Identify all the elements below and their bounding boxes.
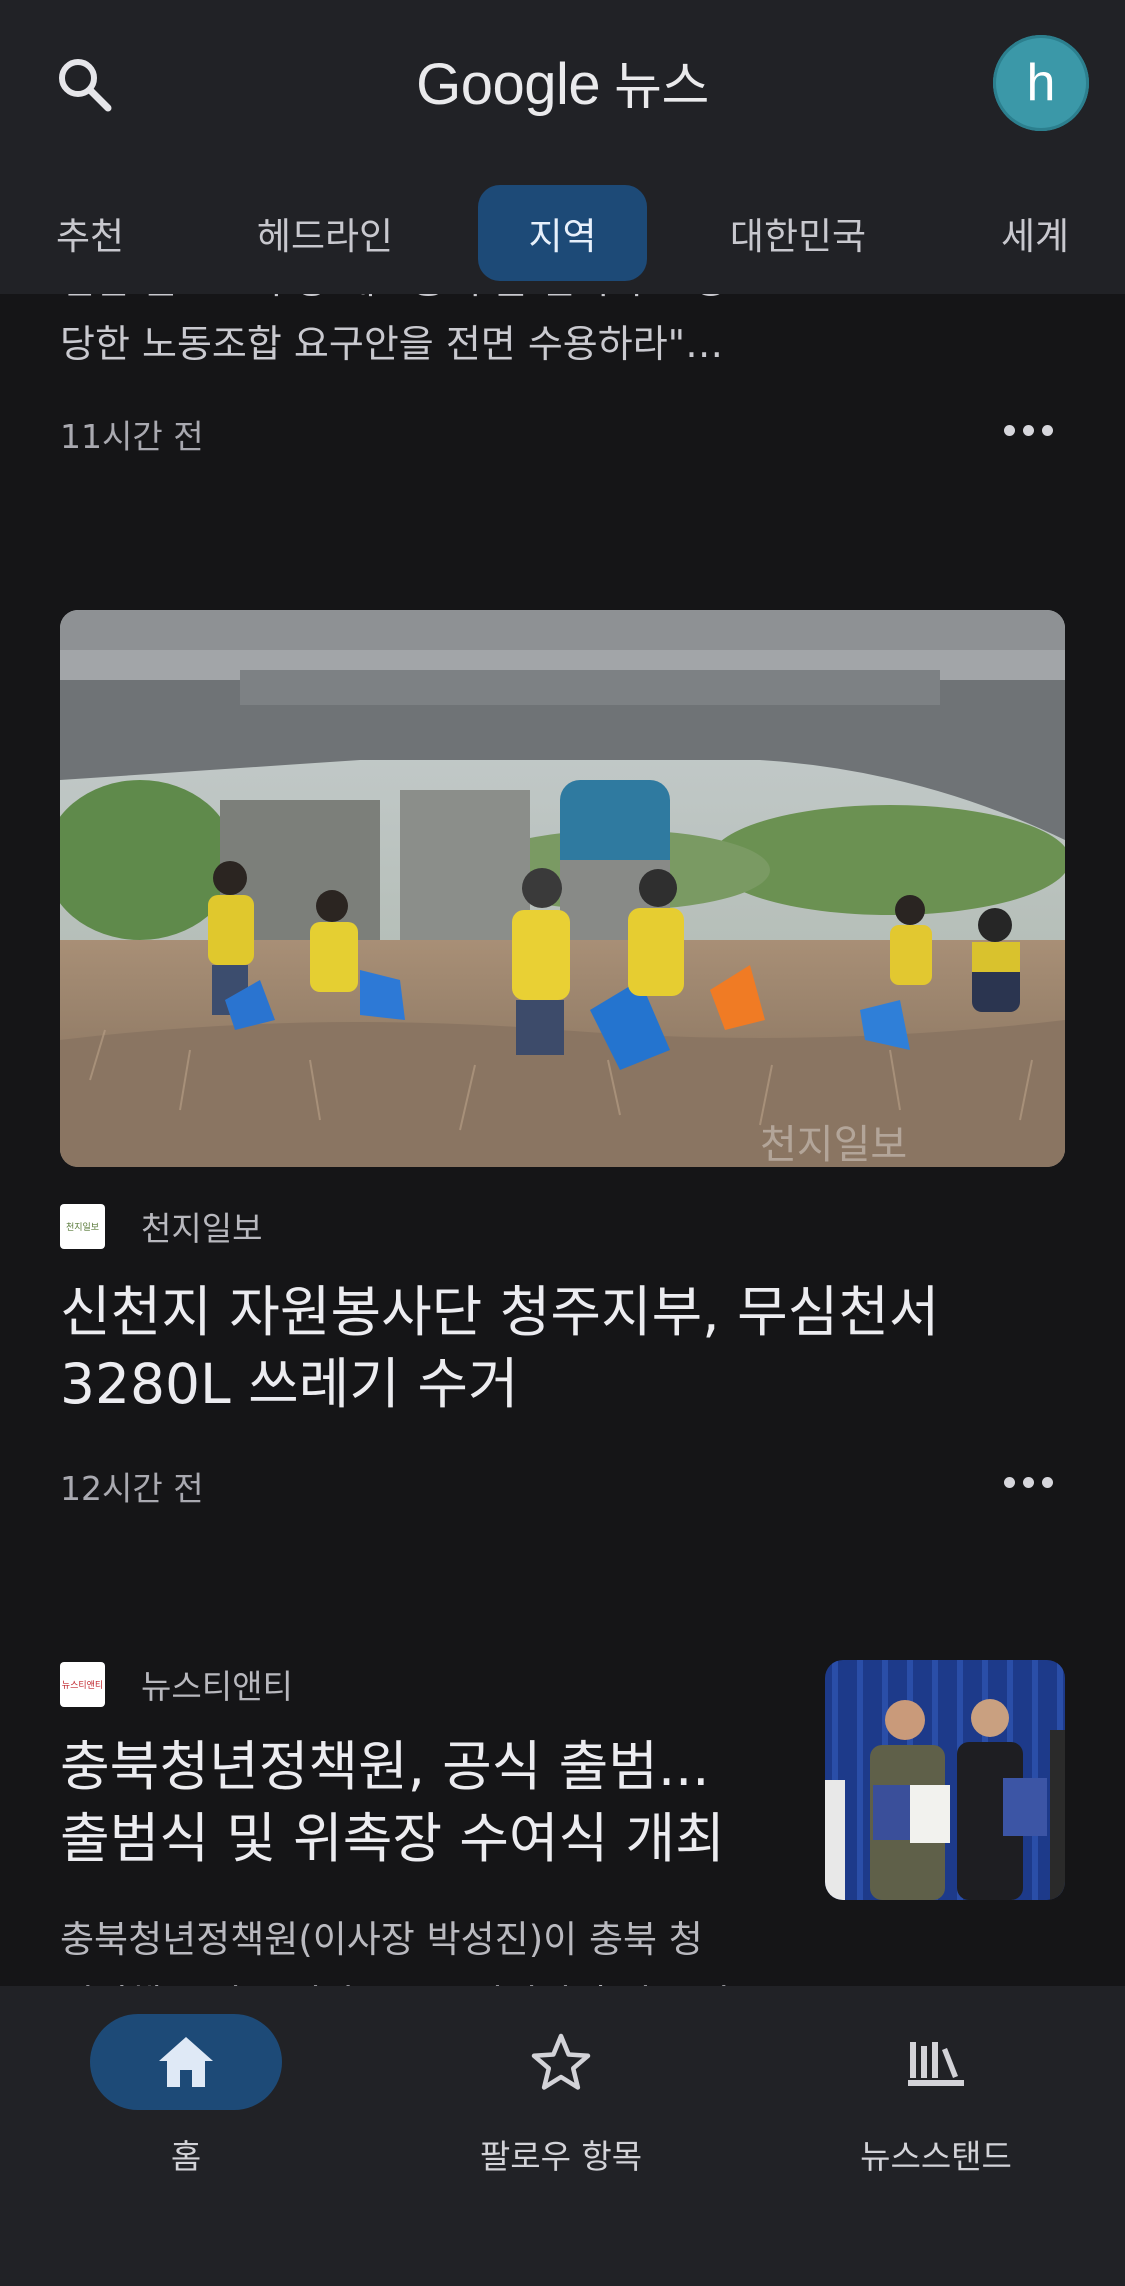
prev-article-time: 11시간 전 bbox=[60, 417, 204, 456]
prev-article-more-button[interactable] bbox=[990, 405, 1066, 455]
third-article-snippet: 충북청년정책원(이사장 박성진)이 충북 청 년정책을 이끌 기관으로 공식적인… bbox=[60, 1908, 780, 1986]
more-dot-icon bbox=[1003, 1476, 1015, 1488]
newsstand-icon bbox=[908, 2042, 964, 2086]
nav-following-pill bbox=[465, 2014, 657, 2110]
account-avatar[interactable]: h bbox=[993, 35, 1089, 131]
nav-home-label: 홈 bbox=[170, 2137, 202, 2176]
featured-article-image[interactable]: 천지일보 bbox=[60, 610, 1065, 1167]
more-dot-icon bbox=[1041, 424, 1053, 436]
google-news-screen: 건한 권고" "부당 해고통 부를 철회하고 정 당한 노동조합 요구안을 전면… bbox=[0, 0, 1125, 2286]
nav-following[interactable]: 팔로우 항목 bbox=[411, 2014, 711, 2178]
more-dot-icon bbox=[1003, 424, 1015, 436]
nav-newsstand-label: 뉴스스탠드 bbox=[860, 2137, 1012, 2176]
nav-newsstand-pill bbox=[840, 2014, 1032, 2110]
logo-news-word: 뉴스 bbox=[614, 57, 709, 117]
snippet-line-2: 년정책을 이끌 기관으로 공식적인 출범을 알 bbox=[60, 1972, 780, 1986]
tab-local[interactable]: 지역 bbox=[478, 185, 647, 281]
source-logo: 천지일보 bbox=[60, 1203, 105, 1249]
nav-home[interactable]: 홈 bbox=[36, 2014, 336, 2178]
snippet-line-1: 충북청년정책원(이사장 박성진)이 충북 청 bbox=[60, 1918, 703, 1961]
prev-snippet-line-2: 당한 노동조합 요구안을 전면 수용하라"… bbox=[60, 322, 724, 366]
news-feed[interactable]: 건한 권고" "부당 해고통 부를 철회하고 정 당한 노동조합 요구안을 전면… bbox=[0, 294, 1125, 1986]
volunteers-cleanup-photo: 천지일보 bbox=[60, 610, 1065, 1167]
more-dot-icon bbox=[1022, 1476, 1034, 1488]
google-news-logo: Google 뉴스 bbox=[0, 44, 1125, 119]
ceremony-photo bbox=[825, 1660, 1065, 1900]
featured-article-source[interactable]: 천지일보 천지일보 bbox=[60, 1202, 262, 1250]
featured-article-headline[interactable]: 신천지 자원봉사단 청주지부, 무심천서 3280L 쓰레기 수거 bbox=[60, 1276, 940, 1420]
tab-headlines[interactable]: 헤드라인 bbox=[220, 185, 430, 281]
more-dot-icon bbox=[1041, 1476, 1053, 1488]
source-logo: 뉴스티앤티 bbox=[60, 1661, 105, 1707]
source-name: 뉴스티앤티 bbox=[141, 1667, 293, 1706]
third-article-headline[interactable]: 충북청년정책원, 공식 출범... 출범식 및 위촉장 수여식 개최 bbox=[60, 1731, 725, 1875]
headline-line-2: 출범식 및 위촉장 수여식 개최 bbox=[60, 1807, 725, 1870]
headline-line-1: 신천지 자원봉사단 청주지부, 무심천서 bbox=[60, 1280, 940, 1344]
more-dot-icon bbox=[1022, 424, 1034, 436]
star-icon bbox=[531, 2033, 591, 2090]
section-tabs: 추천 헤드라인 지역 대한민국 세계 bbox=[0, 185, 1125, 285]
nav-following-label: 팔로우 항목 bbox=[479, 2137, 643, 2176]
source-name: 천지일보 bbox=[141, 1209, 263, 1248]
nav-newsstand[interactable]: 뉴스스탠드 bbox=[786, 2014, 1086, 2178]
tab-korea[interactable]: 대한민국 bbox=[700, 185, 896, 281]
prev-article-snippet[interactable]: 건한 권고" "부당 해고통 부를 철회하고 정 당한 노동조합 요구안을 전면… bbox=[60, 294, 800, 376]
nav-home-pill bbox=[90, 2014, 282, 2110]
logo-google-word: Google bbox=[416, 52, 601, 117]
headline-line-2: 3280L 쓰레기 수거 bbox=[60, 1352, 519, 1416]
third-article-thumbnail[interactable] bbox=[825, 1660, 1065, 1900]
headline-line-1: 충북청년정책원, 공식 출범... bbox=[60, 1735, 710, 1798]
tab-recommended[interactable]: 추천 bbox=[10, 185, 170, 281]
featured-article-time: 12시간 전 bbox=[60, 1469, 204, 1508]
tab-world[interactable]: 세계 bbox=[960, 185, 1110, 281]
svg-text:천지일보: 천지일보 bbox=[760, 1122, 907, 1167]
bottom-navigation: 홈 팔로우 항목 뉴스스탠드 bbox=[0, 1986, 1125, 2286]
prev-snippet-line-1: 건한 권고" "부당 해고통 부를 철회하고 정 bbox=[60, 294, 800, 312]
featured-article-more-button[interactable] bbox=[990, 1457, 1066, 1507]
app-header: Google 뉴스 h 추천 헤드라인 지역 대한민국 세계 bbox=[0, 0, 1125, 294]
home-icon bbox=[159, 2037, 213, 2087]
third-article-source[interactable]: 뉴스티앤티 뉴스티앤티 bbox=[60, 1660, 293, 1708]
